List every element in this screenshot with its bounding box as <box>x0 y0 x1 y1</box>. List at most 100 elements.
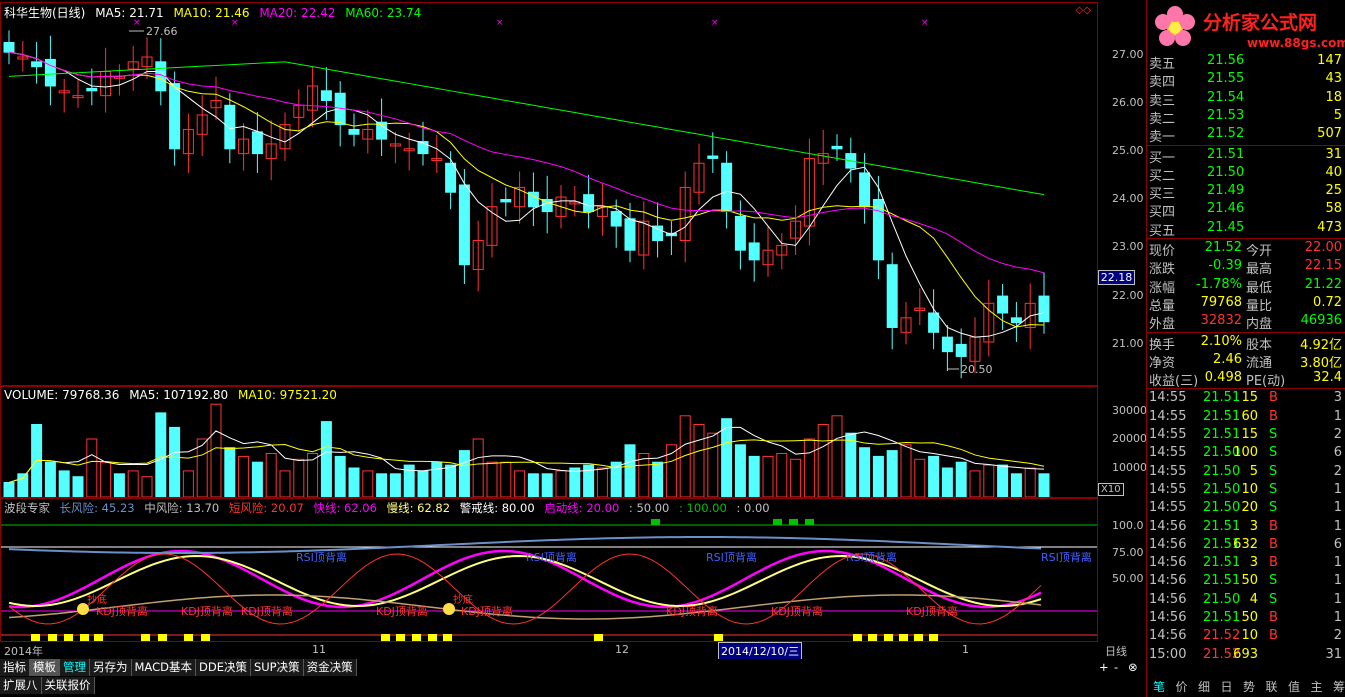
quote-row[interactable]: 收益(三) 0.498 PE(动) 32.4 <box>1147 369 1345 389</box>
tab-template[interactable]: 模板 <box>30 659 60 676</box>
nav-tab-8[interactable]: 筹 <box>1333 678 1345 695</box>
bottom-signal-marker <box>94 634 103 641</box>
volume-bar <box>541 473 553 497</box>
time-axis: 2014年 11 12 1 2014/12/10/三 日线 <box>0 642 1146 660</box>
quote-row[interactable]: 换手 2.10% 股本 4.92亿 <box>1147 333 1345 353</box>
tab-macd[interactable]: MACD基本 <box>131 659 196 676</box>
nav-tab-4[interactable]: 势 <box>1243 678 1255 695</box>
tick-volume: 4 <box>1249 591 1258 607</box>
extension-tabbar: 扩展八 关联报价 <box>0 677 1146 695</box>
quote-row[interactable]: 涨跌 -0.39 最高 22.15 <box>1147 257 1345 277</box>
volume-bar <box>624 444 636 497</box>
nav-tab-7[interactable]: 主 <box>1311 678 1323 695</box>
low-annotation: 20.50 <box>961 363 993 376</box>
quote-row[interactable]: 涨幅 -1.78% 最低 21.22 <box>1147 276 1345 296</box>
zoom-out-button[interactable]: - <box>1114 660 1118 674</box>
y-tick: 10000 <box>1112 461 1147 474</box>
tick-row[interactable]: 14:55 21.50 20 S 1 <box>1147 499 1345 517</box>
tick-row[interactable]: 15:00 21.52 693 31 <box>1147 646 1345 664</box>
nav-tab-1[interactable]: 价 <box>1176 678 1188 695</box>
close-zoom-icon[interactable]: ⊗ <box>1128 660 1138 674</box>
tab-manage[interactable]: 管理 <box>60 659 90 676</box>
indicator-chart[interactable]: RSI顶背离 RSI顶背离 RSI顶背离 RSI顶背离 RSI顶背离 KDJ顶背离 KDJ顶… <box>1 499 1097 641</box>
candle-body <box>955 343 967 357</box>
tick-row[interactable]: 14:55 21.51 15 B 3 <box>1147 389 1345 407</box>
tick-row[interactable]: 14:56 21.50 4 S 1 <box>1147 591 1345 609</box>
tick-volume: 20 <box>1241 500 1258 516</box>
candle-body <box>251 131 263 155</box>
quote-row[interactable]: 净资 2.46 流通 3.80亿 <box>1147 351 1345 371</box>
tick-row[interactable]: 14:55 21.50 100 S 6 <box>1147 444 1345 462</box>
kline-chart[interactable]: × × × × × 27.66 20.50 <box>1 3 1097 385</box>
nav-tab-5[interactable]: 联 <box>1266 678 1278 695</box>
bottom-signal-marker <box>428 634 437 641</box>
volume-bar <box>376 473 388 497</box>
sell-level-row[interactable]: 卖四 21.55 43 <box>1147 70 1345 90</box>
y-tick: 26.00 <box>1112 96 1144 109</box>
tick-row[interactable]: 14:56 21.52 10 B 2 <box>1147 627 1345 645</box>
window-icons[interactable]: ◇◇ <box>1076 5 1091 16</box>
volume-bar <box>941 467 953 497</box>
buy-level-row[interactable]: 买一 21.51 31 <box>1147 146 1345 166</box>
buy-level-row[interactable]: 买三 21.49 25 <box>1147 182 1345 202</box>
quote-row[interactable]: 现价 21.52 今开 22.00 <box>1147 239 1345 259</box>
site-logo: 分析家公式网 www.88gs.com <box>1147 0 1345 55</box>
kdj-divergence-label: KDJ顶背离 <box>181 604 233 618</box>
nav-tab-0[interactable]: 笔 <box>1153 678 1165 695</box>
order-volume: 40 <box>1325 164 1342 180</box>
tick-row[interactable]: 14:55 21.50 5 S 2 <box>1147 463 1345 481</box>
tab-save-as[interactable]: 另存为 <box>90 659 132 676</box>
nav-tab-2[interactable]: 细 <box>1198 678 1210 695</box>
tick-row[interactable]: 14:55 21.50 10 S 1 <box>1147 481 1345 499</box>
indicator-pane[interactable]: 波段专家 长风险: 45.23 中风险: 13.70 短风险: 20.07 快线… <box>0 498 1098 642</box>
nav-tab-6[interactable]: 值 <box>1288 678 1300 695</box>
tick-price: 21.50 <box>1203 591 1241 607</box>
sell-level-row[interactable]: 卖一 21.52 507 <box>1147 125 1345 145</box>
buy-level-row[interactable]: 买四 21.46 58 <box>1147 200 1345 220</box>
y-tick: 27.00 <box>1112 48 1144 61</box>
quote-label: 换手 <box>1149 337 1176 353</box>
zoom-in-button[interactable]: + <box>1099 660 1109 674</box>
tab-fund[interactable]: 资金决策 <box>303 659 357 676</box>
sell-level-row[interactable]: 卖五 21.56 147 <box>1147 52 1345 72</box>
tick-row[interactable]: 14:56 21.51 3 B 1 <box>1147 554 1345 572</box>
volume-chart[interactable] <box>1 387 1097 497</box>
order-volume: 18 <box>1325 89 1342 105</box>
quote-row[interactable]: 外盘 32832 内盘 46936 <box>1147 312 1345 332</box>
tab-dde[interactable]: DDE决策 <box>195 659 251 676</box>
tab-indicator[interactable]: 指标 <box>0 659 30 676</box>
quote-value: 21.52 <box>1204 240 1242 255</box>
nav-tab-3[interactable]: 日 <box>1221 678 1233 695</box>
tick-row[interactable]: 14:56 21.51 50 B 1 <box>1147 609 1345 627</box>
sell-level-row[interactable]: 卖二 21.53 5 <box>1147 107 1345 127</box>
kline-pane[interactable]: 科华生物(日线) MA5: 21.71 MA10: 21.46 MA20: 22… <box>0 2 1098 386</box>
candle-body <box>928 312 940 333</box>
bottom-signal-marker <box>929 634 938 641</box>
bottom-signal-marker <box>853 634 862 641</box>
tick-row[interactable]: 14:56 21.51 3 B 1 <box>1147 518 1345 536</box>
tab-extension-8[interactable]: 扩展八 <box>0 677 42 694</box>
bottom-signal-marker <box>31 634 40 641</box>
tick-volume: 693 <box>1233 646 1258 662</box>
tick-row[interactable]: 14:55 21.51 60 B 1 <box>1147 408 1345 426</box>
buy-level-row[interactable]: 买五 21.45 473 <box>1147 219 1345 239</box>
y-tick: 20000 <box>1112 432 1147 445</box>
sell-level-row[interactable]: 卖三 21.54 18 <box>1147 89 1345 109</box>
tick-row[interactable]: 14:55 21.51 15 S 2 <box>1147 426 1345 444</box>
volume-bar <box>872 455 884 497</box>
buy-level-row[interactable]: 买二 21.50 40 <box>1147 164 1345 184</box>
volume-pane[interactable]: VOLUME: 79768.36 MA5: 107192.80 MA10: 97… <box>0 386 1098 498</box>
kdj-divergence-label: KDJ顶背离 <box>96 604 148 618</box>
quote-row[interactable]: 总量 79768 量比 0.72 <box>1147 294 1345 314</box>
volume-bar <box>155 412 167 497</box>
candle-body <box>734 215 746 251</box>
bottom-signal-marker <box>184 634 193 641</box>
tab-related-quote[interactable]: 关联报价 <box>41 677 95 694</box>
tick-volume: 3 <box>1249 555 1258 571</box>
candle-body <box>458 184 470 266</box>
tick-time: 14:56 <box>1149 628 1187 644</box>
tab-sup[interactable]: SUP决策 <box>250 659 304 676</box>
tick-row[interactable]: 14:56 21.51 632 B 6 <box>1147 536 1345 554</box>
buy-signal-marker <box>773 519 782 525</box>
tick-row[interactable]: 14:56 21.51 50 S 1 <box>1147 572 1345 590</box>
